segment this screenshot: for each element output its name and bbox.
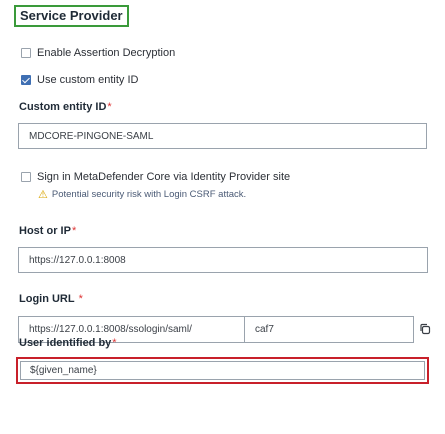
custom-entity-id-input[interactable]: MDCORE-PINGONE-SAML bbox=[18, 123, 427, 149]
login-url-label: Login URL * bbox=[19, 293, 83, 305]
idp-signin-checkbox[interactable]: Sign in MetaDefender Core via Identity P… bbox=[21, 171, 290, 183]
required-mark: * bbox=[71, 225, 77, 237]
assertion-decryption-checkbox[interactable]: Enable Assertion Decryption bbox=[21, 47, 175, 59]
user-identified-label-text: User identified by bbox=[19, 337, 112, 349]
required-mark: * bbox=[107, 101, 112, 113]
user-identified-label-row: User identified by* bbox=[19, 337, 117, 349]
user-identified-value: ${given_name} bbox=[30, 365, 97, 376]
login-url-label-text: Login URL bbox=[19, 293, 75, 305]
login-url-value: https://127.0.0.1:8008/ssologin/saml/ bbox=[29, 324, 192, 335]
custom-entity-id-label: Custom entity ID* bbox=[19, 101, 112, 113]
host-label: Host or IP* bbox=[19, 225, 76, 237]
required-mark: * bbox=[78, 293, 83, 305]
assertion-decryption-label: Enable Assertion Decryption bbox=[37, 47, 176, 59]
section-title-service-provider[interactable]: Service Provider bbox=[14, 5, 129, 27]
idp-signin-box[interactable] bbox=[21, 172, 31, 182]
idp-warning: ⚠ Potential security risk with Login CSR… bbox=[38, 188, 246, 201]
custom-entity-box[interactable] bbox=[21, 75, 31, 85]
host-input[interactable]: https://127.0.0.1:8008 bbox=[18, 247, 428, 273]
idp-signin-label: Sign in MetaDefender Core via Identity P… bbox=[37, 171, 291, 183]
warning-icon: ⚠ bbox=[38, 189, 48, 201]
login-url-suffix-input[interactable]: caf7 bbox=[244, 316, 414, 343]
custom-entity-label: Use custom entity ID bbox=[37, 74, 139, 86]
idp-warning-text: Potential security risk with Login CSRF … bbox=[51, 189, 247, 200]
host-value: https://127.0.0.1:8008 bbox=[29, 254, 126, 266]
assertion-decryption-box[interactable] bbox=[21, 48, 31, 58]
custom-entity-id-value: MDCORE-PINGONE-SAML bbox=[29, 130, 154, 142]
copy-icon[interactable] bbox=[419, 322, 431, 340]
custom-entity-checkbox[interactable]: Use custom entity ID bbox=[21, 74, 138, 86]
required-mark: * bbox=[112, 337, 117, 349]
host-label-text: Host or IP bbox=[19, 225, 71, 237]
login-url-suffix-value: caf7 bbox=[255, 324, 274, 335]
custom-entity-id-label-text: Custom entity ID bbox=[19, 101, 107, 113]
user-identified-input[interactable]: ${given_name} bbox=[20, 361, 425, 380]
